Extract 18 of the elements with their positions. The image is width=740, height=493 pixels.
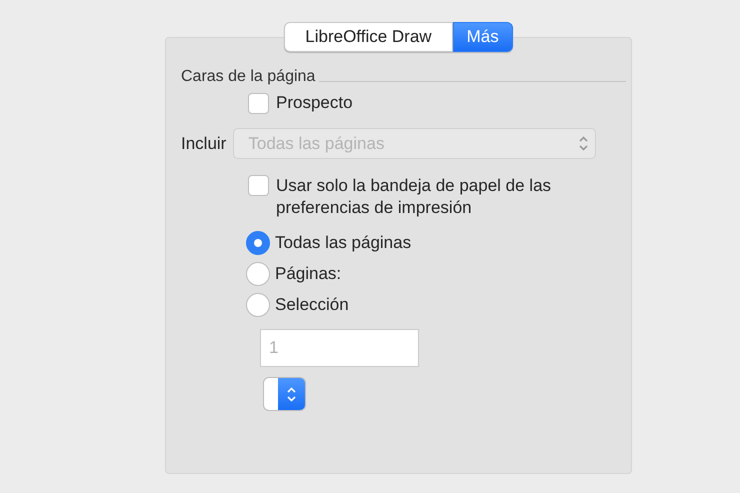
radio-button[interactable] [246, 231, 270, 255]
radio-button[interactable] [246, 293, 270, 317]
pages-field[interactable]: 1 [260, 329, 419, 367]
checkbox[interactable] [248, 92, 269, 114]
up-down-icon [286, 386, 297, 402]
checkbox-label: Prospecto [276, 92, 353, 114]
include-label: Incluir [181, 132, 226, 154]
radio-label: Todas las páginas [275, 232, 412, 254]
up-down-icon [578, 135, 590, 152]
radio-label: Páginas: [275, 263, 342, 285]
radio-label: Selección [275, 294, 349, 316]
checkbox[interactable] [248, 175, 269, 196]
section-title: Caras de la página [181, 68, 316, 86]
radio-button[interactable] [246, 262, 270, 286]
checkbox-label: Usar solo la bandeja de papel de las preferencias de impresión [276, 175, 552, 219]
popup-button[interactable] [263, 377, 306, 411]
tab[interactable]: Más [452, 22, 513, 52]
tab[interactable]: LibreOffice Draw [284, 22, 453, 52]
